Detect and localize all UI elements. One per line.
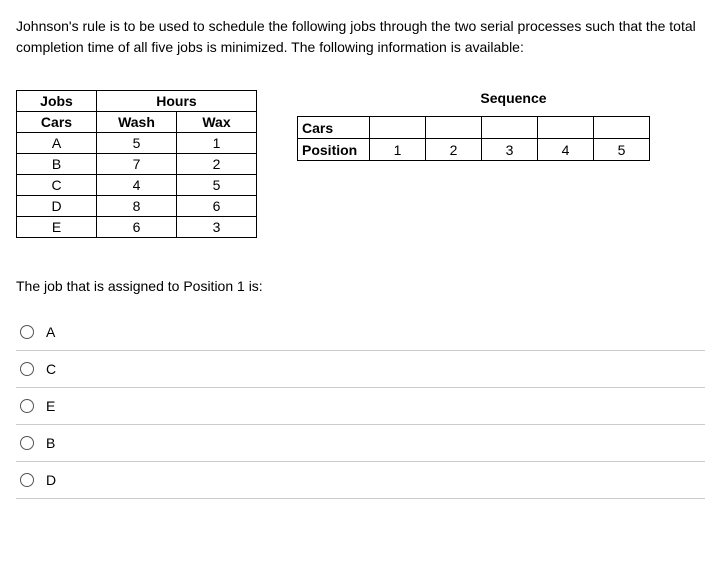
jobs-table-block: Jobs Hours Cars Wash Wax A 5 1 B 7 2 C 4 bbox=[16, 90, 257, 238]
sequence-table: Cars Position 1 2 3 4 5 bbox=[297, 116, 650, 161]
cell-wax: 1 bbox=[177, 133, 257, 154]
sequence-block: Sequence Cars Position 1 2 3 4 5 bbox=[297, 90, 650, 161]
radio-icon bbox=[20, 473, 34, 487]
option-d[interactable]: D bbox=[16, 462, 705, 499]
wax-header: Wax bbox=[177, 112, 257, 133]
table-row: B 7 2 bbox=[17, 154, 257, 175]
cell-wax: 2 bbox=[177, 154, 257, 175]
wash-header: Wash bbox=[97, 112, 177, 133]
radio-icon bbox=[20, 399, 34, 413]
seq-cell: 2 bbox=[426, 139, 482, 161]
table-row: Position 1 2 3 4 5 bbox=[298, 139, 650, 161]
intro-text: Johnson's rule is to be used to schedule… bbox=[16, 16, 705, 58]
seq-cell bbox=[482, 117, 538, 139]
cars-header: Cars bbox=[17, 112, 97, 133]
seq-cell bbox=[538, 117, 594, 139]
cell-car: D bbox=[17, 196, 97, 217]
cell-car: C bbox=[17, 175, 97, 196]
cell-car: B bbox=[17, 154, 97, 175]
cell-car: E bbox=[17, 217, 97, 238]
cell-car: A bbox=[17, 133, 97, 154]
cell-wash: 7 bbox=[97, 154, 177, 175]
option-label: E bbox=[46, 398, 55, 414]
option-label: B bbox=[46, 435, 55, 451]
hours-header: Hours bbox=[97, 91, 257, 112]
seq-cell bbox=[426, 117, 482, 139]
seq-position-label: Position bbox=[298, 139, 370, 161]
seq-cell: 1 bbox=[370, 139, 426, 161]
sequence-title: Sequence bbox=[297, 90, 650, 106]
cell-wash: 8 bbox=[97, 196, 177, 217]
option-b[interactable]: B bbox=[16, 425, 705, 462]
option-label: D bbox=[46, 472, 56, 488]
cell-wash: 5 bbox=[97, 133, 177, 154]
jobs-header: Jobs bbox=[17, 91, 97, 112]
jobs-table: Jobs Hours Cars Wash Wax A 5 1 B 7 2 C 4 bbox=[16, 90, 257, 238]
option-label: C bbox=[46, 361, 56, 377]
option-c[interactable]: C bbox=[16, 351, 705, 388]
seq-cars-label: Cars bbox=[298, 117, 370, 139]
table-row: Cars bbox=[298, 117, 650, 139]
seq-cell: 5 bbox=[594, 139, 650, 161]
option-e[interactable]: E bbox=[16, 388, 705, 425]
seq-cell bbox=[370, 117, 426, 139]
cell-wax: 6 bbox=[177, 196, 257, 217]
cell-wax: 5 bbox=[177, 175, 257, 196]
cell-wash: 6 bbox=[97, 217, 177, 238]
radio-icon bbox=[20, 436, 34, 450]
option-a[interactable]: A bbox=[16, 314, 705, 351]
seq-cell: 4 bbox=[538, 139, 594, 161]
seq-cell: 3 bbox=[482, 139, 538, 161]
tables-row: Jobs Hours Cars Wash Wax A 5 1 B 7 2 C 4 bbox=[16, 90, 705, 238]
options-list: A C E B D bbox=[16, 314, 705, 499]
radio-icon bbox=[20, 325, 34, 339]
table-row: C 4 5 bbox=[17, 175, 257, 196]
seq-cell bbox=[594, 117, 650, 139]
table-row: A 5 1 bbox=[17, 133, 257, 154]
radio-icon bbox=[20, 362, 34, 376]
table-row: E 6 3 bbox=[17, 217, 257, 238]
cell-wash: 4 bbox=[97, 175, 177, 196]
option-label: A bbox=[46, 324, 55, 340]
table-row: D 8 6 bbox=[17, 196, 257, 217]
cell-wax: 3 bbox=[177, 217, 257, 238]
question-text: The job that is assigned to Position 1 i… bbox=[16, 278, 705, 294]
